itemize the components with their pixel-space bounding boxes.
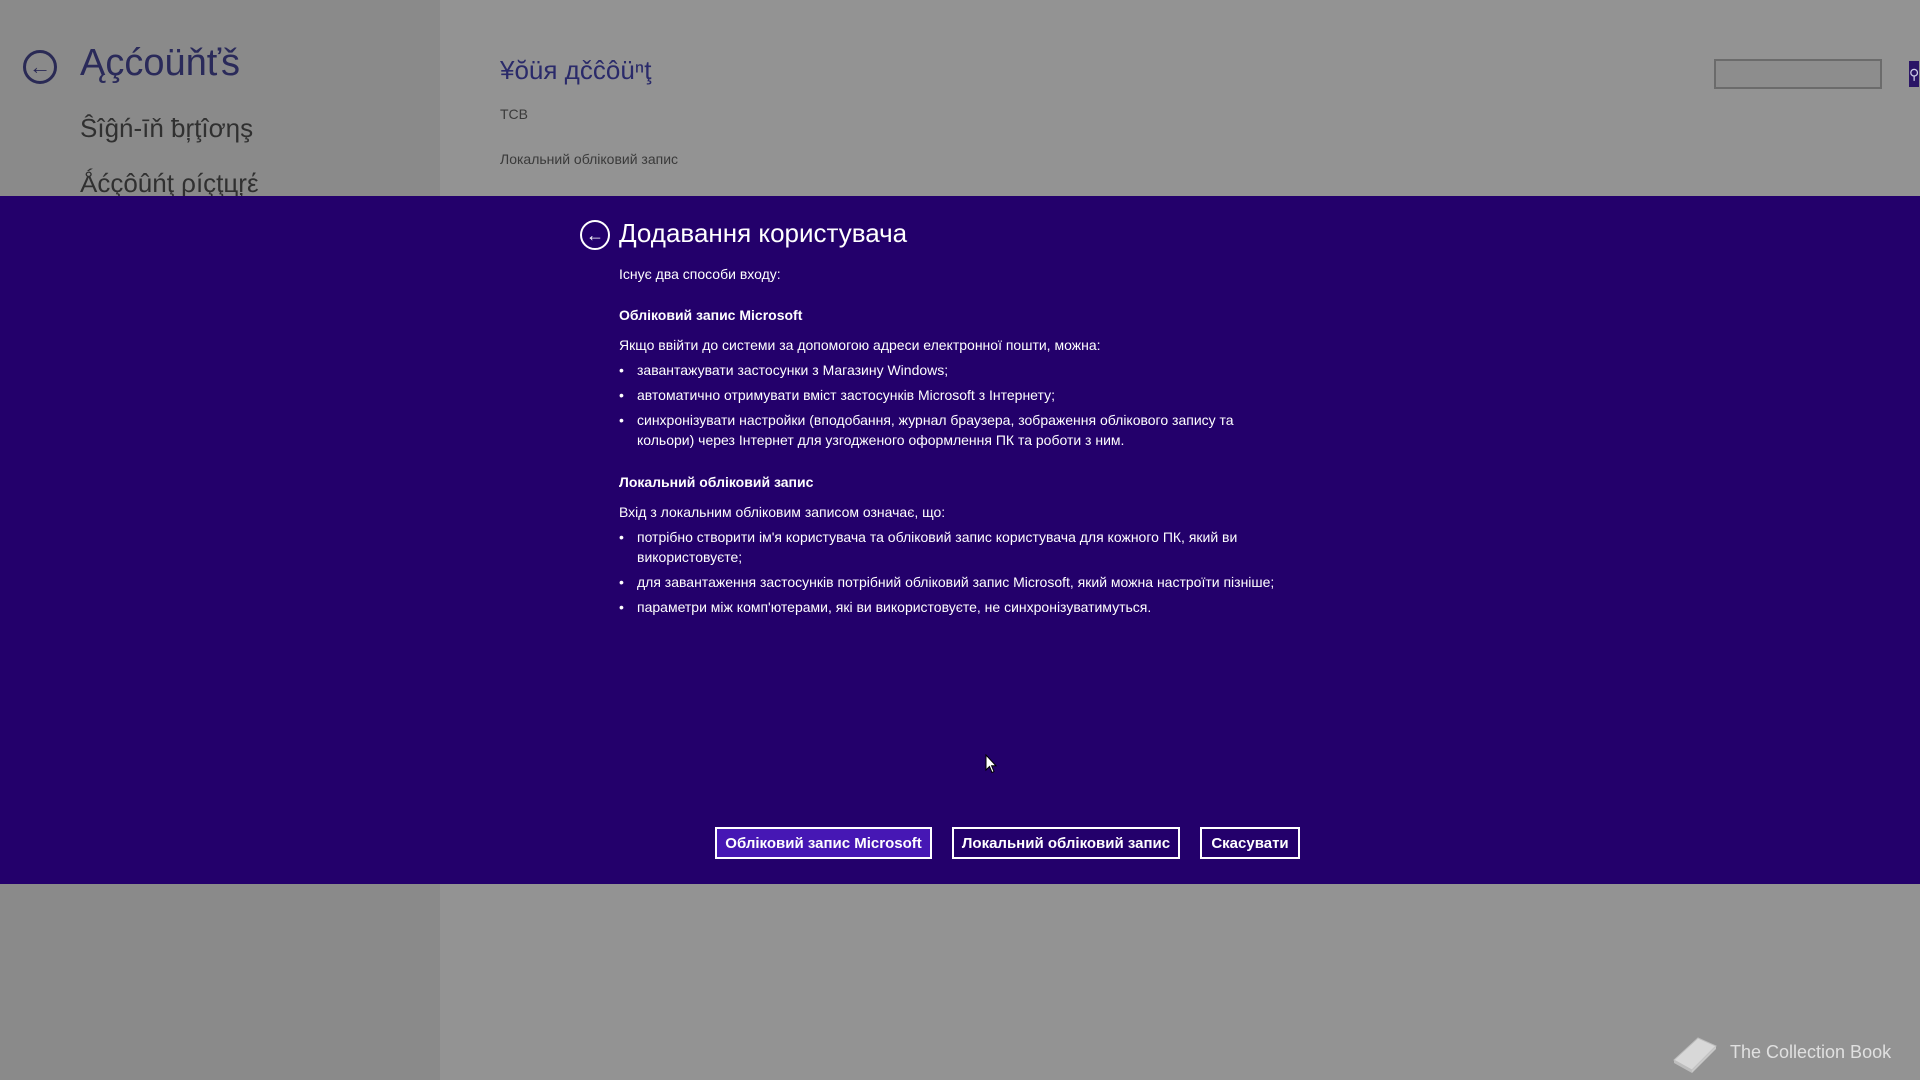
search-box: ⚲ xyxy=(1714,59,1920,89)
book-icon xyxy=(1673,1037,1717,1073)
dialog-body: Існує два способи входу: Обліковий запис… xyxy=(619,264,1279,622)
dialog-title: Додавання користувача xyxy=(619,218,908,248)
list-item: для завантаження застосунків потрібний о… xyxy=(619,572,1279,592)
search-icon[interactable]: ⚲ xyxy=(1909,61,1920,87)
list-item: параметри між комп'ютерами, які ви викор… xyxy=(619,597,1279,617)
microsoft-account-lead: Якщо ввійти до системи за допомогою адре… xyxy=(619,337,1101,353)
local-account-lead: Вхід з локальним обліковим записом означ… xyxy=(619,504,946,520)
list-item: завантажувати застосунки з Магазину Wind… xyxy=(619,360,1279,380)
local-account-section: Локальний обліковий запис Вхід з локальн… xyxy=(619,472,1279,617)
watermark-text: The Collection Book xyxy=(1730,1041,1892,1062)
mouse-cursor-icon xyxy=(985,754,997,774)
account-type: Локальний обліковий запис xyxy=(500,151,679,167)
search-input[interactable] xyxy=(1716,61,1909,87)
list-item: потрібно створити ім'я користувача та об… xyxy=(619,527,1279,567)
dialog-back-icon[interactable]: ← xyxy=(580,220,610,250)
user-name: TCB xyxy=(500,106,528,122)
microsoft-account-section: Обліковий запис Microsoft Якщо ввійти до… xyxy=(619,305,1279,450)
add-user-dialog: ← Додавання користувача Існує два способ… xyxy=(0,196,1920,884)
your-account-heading: ¥ŏüя дčĉôüⁿţ xyxy=(500,55,652,85)
nav-item-account-picture[interactable]: Ǻćçôûńţ ρíçţцŗέ xyxy=(80,168,259,199)
nav-item-sign-in-options[interactable]: Ŝîĝń-īň ƀŗţîơηş xyxy=(80,113,253,144)
cancel-button[interactable]: Скасувати xyxy=(1200,827,1300,859)
watermark: The Collection Book xyxy=(1668,1030,1891,1074)
microsoft-account-heading: Обліковий запис Microsoft xyxy=(619,307,803,323)
microsoft-account-button[interactable]: Обліковий запис Microsoft xyxy=(715,827,932,859)
list-item: синхронізувати настройки (вподобання, жу… xyxy=(619,410,1279,450)
background-back-icon[interactable]: ← xyxy=(23,50,57,84)
local-account-button[interactable]: Локальний обліковий запис xyxy=(952,827,1180,859)
background-page-title: Ąçćoüňťš xyxy=(80,42,240,84)
dialog-intro: Існує два способи входу: xyxy=(619,266,781,282)
list-item: автоматично отримувати вміст застосунків… xyxy=(619,385,1279,405)
local-account-heading: Локальний обліковий запис xyxy=(619,474,814,490)
